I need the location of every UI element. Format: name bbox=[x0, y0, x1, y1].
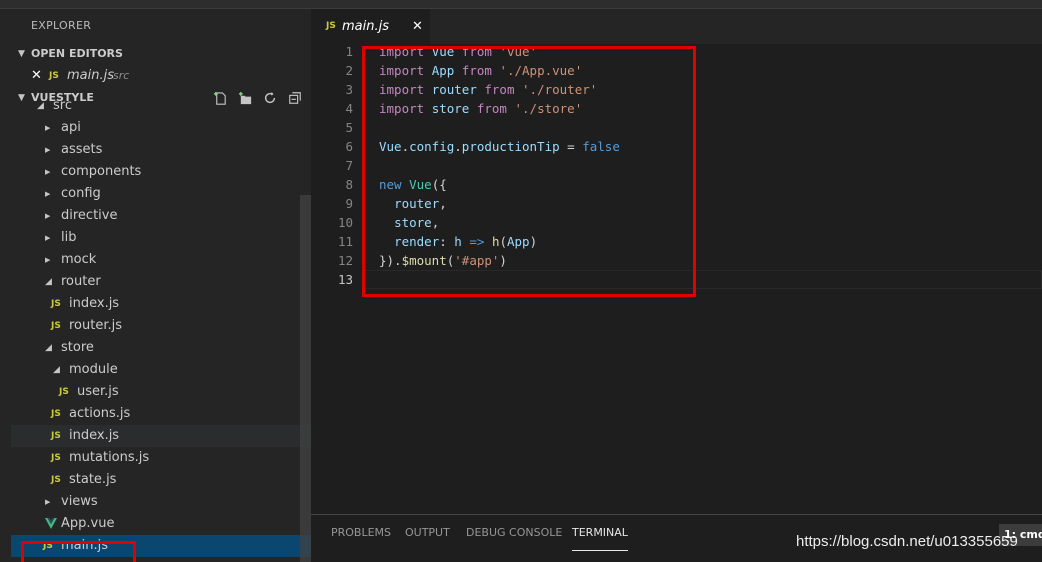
open-editors-label: OPEN EDITORS bbox=[31, 47, 123, 60]
line-number: 5 bbox=[345, 120, 353, 135]
explorer-sidebar: EXPLORER ▼ OPEN EDITORS ✕ JS main.js src… bbox=[11, 9, 311, 562]
tree-label: api bbox=[61, 120, 81, 135]
open-editor-item-main-js[interactable]: ✕ JS main.js src bbox=[11, 65, 311, 87]
explorer-title: EXPLORER bbox=[31, 19, 92, 32]
title-bar-strip bbox=[0, 0, 1042, 9]
js-file-icon: JS bbox=[51, 475, 61, 485]
tab-output[interactable]: OUTPUT bbox=[405, 515, 450, 551]
annotation-box-main-js bbox=[21, 541, 136, 562]
file-tree: ◢ src ▶ api ▶ assets ▶ components ▶ config ▶ direct… bbox=[11, 98, 311, 562]
watermark: https://blog.csdn.net/u013355659 bbox=[796, 533, 1018, 550]
line-number: 9 bbox=[345, 196, 353, 211]
line-number: 11 bbox=[337, 234, 353, 249]
tree-label: App.vue bbox=[61, 516, 115, 531]
line-number: 1 bbox=[345, 44, 353, 59]
tree-label: module bbox=[69, 362, 118, 377]
line-number: 6 bbox=[345, 139, 353, 154]
tree-label: index.js bbox=[69, 296, 120, 311]
line-number: 3 bbox=[345, 82, 353, 97]
chevron-right-icon: ▶ bbox=[45, 124, 51, 132]
tree-label: mock bbox=[61, 252, 97, 267]
line-number: 4 bbox=[345, 101, 353, 116]
chevron-right-icon: ▶ bbox=[45, 168, 51, 176]
tree-folder[interactable]: ◢ module bbox=[11, 359, 311, 381]
chevron-right-icon: ▶ bbox=[45, 190, 51, 198]
open-editor-filename: main.js bbox=[67, 68, 114, 83]
chevron-down-icon: ▼ bbox=[18, 49, 25, 59]
tree-file[interactable]: JS state.js bbox=[11, 469, 311, 491]
tree-file[interactable]: JS user.js bbox=[11, 381, 311, 403]
js-file-icon: JS bbox=[59, 387, 69, 397]
tree-label: state.js bbox=[69, 472, 117, 487]
tree-label: config bbox=[61, 186, 101, 201]
tree-label: src bbox=[53, 98, 72, 113]
tree-label: assets bbox=[61, 142, 103, 157]
sidebar-scrollbar[interactable] bbox=[300, 195, 311, 562]
tree-label: router bbox=[61, 274, 101, 289]
close-icon[interactable]: ✕ bbox=[412, 9, 423, 44]
tree-file[interactable]: App.vue bbox=[11, 513, 311, 535]
js-file-icon: JS bbox=[51, 431, 61, 441]
tree-label: index.js bbox=[69, 428, 120, 443]
line-number: 13 bbox=[337, 272, 353, 287]
tab-main-js[interactable]: JS main.js ✕ bbox=[311, 9, 430, 44]
js-file-icon: JS bbox=[49, 71, 59, 81]
line-number: 8 bbox=[345, 177, 353, 192]
tree-folder[interactable]: ▶ views bbox=[11, 491, 311, 513]
chevron-right-icon: ▶ bbox=[45, 498, 51, 506]
tree-file[interactable]: JS index.js bbox=[11, 425, 311, 447]
tree-folder[interactable]: ▶ components bbox=[11, 161, 311, 183]
line-number: 7 bbox=[345, 158, 353, 173]
open-editor-folder: src bbox=[113, 69, 130, 82]
tree-file[interactable]: JS actions.js bbox=[11, 403, 311, 425]
tree-folder[interactable]: ◢ store bbox=[11, 337, 311, 359]
tree-file[interactable]: JS mutations.js bbox=[11, 447, 311, 469]
chevron-right-icon: ▶ bbox=[45, 212, 51, 220]
chevron-down-icon: ◢ bbox=[45, 277, 52, 287]
tree-label: actions.js bbox=[69, 406, 131, 421]
chevron-right-icon: ▶ bbox=[45, 146, 51, 154]
chevron-down-icon: ◢ bbox=[53, 365, 60, 375]
line-number: 2 bbox=[345, 63, 353, 78]
js-file-icon: JS bbox=[326, 21, 336, 31]
tree-folder[interactable]: ◢ src bbox=[11, 95, 311, 117]
close-icon[interactable]: ✕ bbox=[31, 65, 42, 87]
tree-file[interactable]: JS router.js bbox=[11, 315, 311, 337]
tab-label: main.js bbox=[342, 19, 389, 34]
tab-debug-console[interactable]: DEBUG CONSOLE bbox=[466, 515, 562, 551]
tree-label: lib bbox=[61, 230, 77, 245]
line-number: 12 bbox=[337, 253, 353, 268]
js-file-icon: JS bbox=[51, 409, 61, 419]
tree-folder[interactable]: ▶ mock bbox=[11, 249, 311, 271]
tree-folder[interactable]: ▶ assets bbox=[11, 139, 311, 161]
tree-folder[interactable]: ▶ lib bbox=[11, 227, 311, 249]
chevron-right-icon: ▶ bbox=[45, 256, 51, 264]
chevron-down-icon: ◢ bbox=[45, 343, 52, 353]
tab-terminal[interactable]: TERMINAL bbox=[572, 515, 628, 551]
editor-tab-bar: JS main.js ✕ bbox=[311, 9, 1042, 44]
tree-label: views bbox=[61, 494, 98, 509]
tree-label: router.js bbox=[69, 318, 123, 333]
activity-bar-edge bbox=[0, 9, 11, 562]
tree-file[interactable]: JS index.js bbox=[11, 293, 311, 315]
tree-label: directive bbox=[61, 208, 118, 223]
tree-folder[interactable]: ◢ router bbox=[11, 271, 311, 293]
annotation-box-code bbox=[362, 46, 696, 297]
js-file-icon: JS bbox=[51, 299, 61, 309]
tree-label: user.js bbox=[77, 384, 119, 399]
chevron-down-icon: ◢ bbox=[37, 101, 44, 111]
tab-problems[interactable]: PROBLEMS bbox=[331, 515, 391, 551]
js-file-icon: JS bbox=[51, 321, 61, 331]
tree-label: components bbox=[61, 164, 142, 179]
tree-label: mutations.js bbox=[69, 450, 150, 465]
chevron-right-icon: ▶ bbox=[45, 234, 51, 242]
tree-folder[interactable]: ▶ directive bbox=[11, 205, 311, 227]
tree-folder[interactable]: ▶ api bbox=[11, 117, 311, 139]
line-number: 10 bbox=[337, 215, 353, 230]
js-file-icon: JS bbox=[51, 453, 61, 463]
tree-label: store bbox=[61, 340, 94, 355]
open-editors-header[interactable]: ▼ OPEN EDITORS bbox=[11, 43, 311, 65]
tree-folder[interactable]: ▶ config bbox=[11, 183, 311, 205]
